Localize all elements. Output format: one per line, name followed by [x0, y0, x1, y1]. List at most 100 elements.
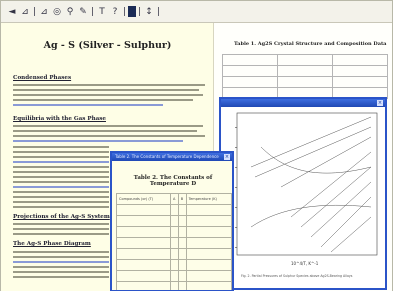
close-icon[interactable]: × — [377, 100, 383, 106]
text-line — [13, 130, 197, 132]
table-cell — [185, 237, 232, 249]
table-cell — [169, 226, 179, 238]
table-cell — [177, 226, 187, 238]
section-heading-gas: Equilibria with the Gas Phase — [13, 116, 106, 122]
table-cell — [116, 248, 171, 260]
table-cell — [169, 270, 179, 282]
text-line — [13, 84, 205, 86]
tick — [235, 147, 237, 148]
toolbar: ◄ ⊿ | ⊿ ◎ ⚲ ✎ | T ? | | ↕ | — [1, 1, 392, 23]
toolbar-separator: | — [156, 6, 161, 17]
text-line — [13, 181, 109, 183]
popup-table-title: Table 2. The Constants of Temperature D — [133, 175, 213, 187]
table-cell — [116, 281, 171, 290]
table-cell — [177, 248, 187, 260]
table-cell — [185, 281, 232, 290]
text-link[interactable] — [13, 186, 109, 188]
table-cell — [177, 270, 187, 282]
close-icon[interactable]: × — [224, 154, 230, 160]
text-line — [13, 151, 109, 153]
settings-icon[interactable]: ✎ — [77, 5, 89, 19]
table-cell — [169, 281, 179, 290]
phase-diagram-figure: 10^4/T, K^-1 Fig. 2. Partial Pressures o… — [235, 112, 378, 278]
table-cell — [185, 248, 232, 260]
table-cell — [222, 65, 278, 77]
zoom-icon[interactable]: ◎ — [51, 5, 63, 19]
table-cell — [185, 226, 232, 238]
table-cell — [177, 215, 187, 227]
section-heading-phase-diagram: The Ag-S Phase Diagram — [13, 241, 91, 247]
popup-titlebar[interactable]: Table 2. The Constants of Temperature De… — [112, 153, 232, 161]
table-cell — [222, 54, 278, 66]
text-line — [13, 125, 203, 127]
table-cell — [332, 65, 388, 77]
tick — [235, 127, 237, 128]
table-cell — [169, 204, 179, 216]
popup-window[interactable]: Table 2. The Constants of Temperature De… — [110, 151, 234, 291]
table-cell — [116, 204, 171, 216]
toolbar-separator: | — [122, 6, 127, 17]
x-axis-label: 10^4/T, K^-1 — [291, 261, 319, 266]
table-row — [116, 259, 232, 271]
table-row — [116, 270, 232, 282]
tick — [235, 167, 237, 168]
table-cell — [332, 76, 388, 88]
text-line — [13, 228, 109, 230]
plot-frame — [236, 112, 378, 256]
application-window: ◄ ⊿ | ⊿ ◎ ⚲ ✎ | T ? | | ↕ | Ag - S (Silv… — [0, 0, 393, 291]
text-line — [13, 191, 109, 193]
text-line — [13, 89, 199, 91]
table-cell — [277, 65, 333, 77]
text-line — [13, 271, 109, 273]
table-row — [116, 248, 232, 260]
constants-table: Compounds (or) (T) A B Temperature (K) — [116, 193, 232, 290]
table-row — [116, 226, 232, 238]
table-cell — [185, 270, 232, 282]
search-icon[interactable]: ⚲ — [64, 5, 76, 19]
tick — [235, 227, 237, 228]
chart-window[interactable]: × 10^4/T, K^-1 Fig. 2. Partial Pressures… — [219, 97, 387, 290]
text-line — [13, 233, 109, 235]
table-cell — [277, 54, 333, 66]
print-icon[interactable]: ⊿ — [38, 5, 50, 19]
section-heading-condensed: Condensed Phases — [13, 75, 72, 81]
forward-icon[interactable]: ⊿ — [19, 5, 31, 19]
chart-window-titlebar[interactable]: × — [221, 99, 385, 107]
text-line — [13, 146, 109, 148]
table-title: Table 1. Ag2S Crystal Structure and Comp… — [234, 41, 387, 47]
text-line — [13, 156, 109, 158]
refresh-icon[interactable]: ↕ — [143, 5, 155, 19]
table-cell — [169, 248, 179, 260]
text-line — [13, 135, 205, 137]
table-cell — [116, 226, 171, 238]
toolbar-separator: | — [90, 6, 95, 17]
structure-table — [222, 54, 388, 99]
tool-icon[interactable] — [128, 6, 136, 17]
back-icon[interactable]: ◄ — [6, 5, 18, 19]
table-cell — [185, 215, 232, 227]
text-link[interactable] — [13, 104, 163, 106]
figure-caption: Fig. 2. Partial Pressures of Sulphur Spe… — [241, 274, 353, 278]
table-cell — [185, 259, 232, 271]
section-heading-projections: Projections of the Ag-S System — [13, 214, 110, 220]
popup-titlebar-text: Table 2. The Constants of Temperature De… — [115, 154, 219, 159]
table-cell — [222, 76, 278, 88]
text-link[interactable] — [13, 261, 109, 263]
tick — [235, 207, 237, 208]
text-link[interactable] — [13, 140, 183, 142]
table-cell — [116, 270, 171, 282]
table-cell — [332, 54, 388, 66]
table-cell — [116, 259, 171, 271]
text-line — [13, 266, 109, 268]
table-row — [116, 237, 232, 249]
text-link[interactable] — [13, 161, 109, 163]
table-header-cell: Compounds (or) (T) — [116, 193, 171, 205]
table-cell — [277, 76, 333, 88]
table-cell — [177, 259, 187, 271]
bookmark-icon[interactable]: T — [96, 5, 108, 19]
toolbar-separator: | — [32, 6, 37, 17]
help-icon[interactable]: ? — [109, 5, 121, 19]
text-line — [13, 196, 109, 198]
table-cell — [169, 237, 179, 249]
text-line — [13, 171, 109, 173]
